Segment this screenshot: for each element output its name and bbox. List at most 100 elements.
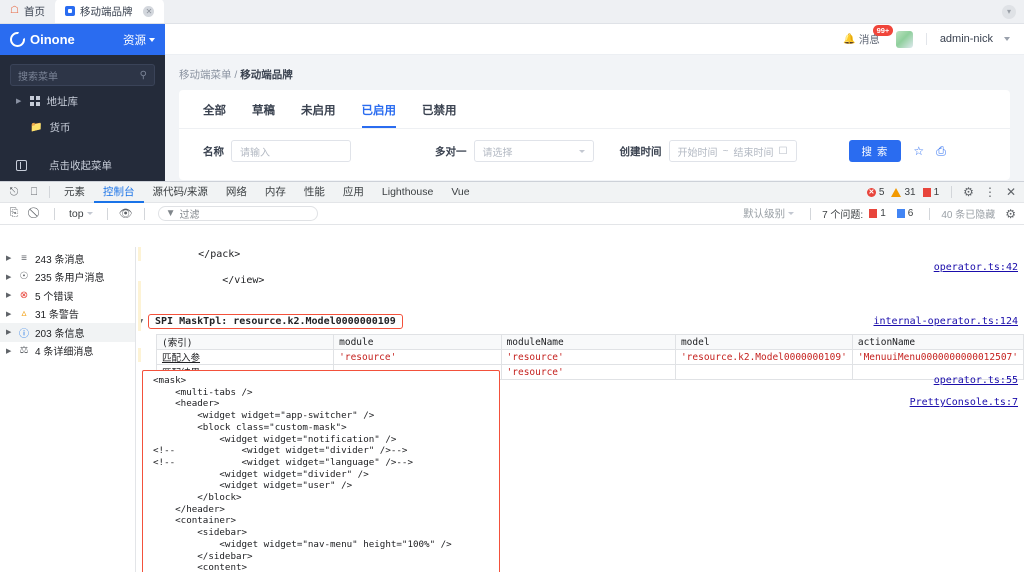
console-sidebar-icon[interactable]: ⎘ [5,207,23,220]
divider [925,33,927,45]
tab-disabled[interactable]: 已禁用 [422,102,457,128]
tab-elements[interactable]: 元素 [55,182,94,203]
tab-application[interactable]: 应用 [334,182,373,203]
breadcrumb-parent[interactable]: 移动端菜单 [179,69,232,81]
console-messages[interactable]: </pack> </view> operator.ts:42 ▼ SPI Mas… [136,247,1024,572]
star-icon[interactable]: ☆ [913,144,924,158]
sidebar-item-currency[interactable]: 📁 货币 [0,116,165,138]
printer-icon[interactable]: ⎙ [936,144,946,159]
menu-search-input[interactable]: 搜索菜单 ⚲ [10,64,155,86]
tab-not-enabled[interactable]: 未启用 [301,102,336,128]
tab-network[interactable]: 网络 [217,182,256,203]
console-sidebar-item-verbose[interactable]: ▶ ⚖ 4 条详细消息 [0,342,135,361]
live-expression-icon[interactable]: 👁 [117,207,135,220]
chevron-right-icon: ▶ [6,310,12,318]
tab-enabled[interactable]: 已启用 [361,102,396,128]
warning-count-value: 31 [904,186,916,198]
console-group-spi[interactable]: ▼ SPI MaskTpl: resource.k2.Model00000001… [136,313,1024,330]
avatar[interactable] [895,30,913,48]
folder-icon: 📁 [30,121,43,133]
issue-count[interactable]: 1 [922,187,939,198]
created-date-range[interactable]: 开始时间 ~ 结束时间 ☐ [668,140,797,162]
issue-icon [922,187,931,197]
tab-performance[interactable]: 性能 [295,182,334,203]
close-icon[interactable]: ✕ [1002,185,1020,199]
chevron-right-icon: ▶ [6,273,12,281]
console-sidebar-item-messages[interactable]: ▶ ≡ 243 条消息 [0,249,135,268]
filter-bar: 名称 请输入 多对一 请选择 创建时间 开始时间 ~ 结束时间 ☐ 搜 索 ☆ … [179,129,1010,162]
tab-lighthouse[interactable]: Lighthouse [373,182,442,203]
messages-button[interactable]: 🔔 消息 99+ [843,24,893,47]
close-icon[interactable]: ✕ [143,5,155,17]
tab-sources[interactable]: 源代码/来源 [144,182,217,203]
inspect-element-icon[interactable]: ⎋ [4,186,24,199]
sidebar-item-address-book[interactable]: ▶ 地址库 [0,90,165,112]
gear-icon[interactable]: ⚙ [1001,207,1020,221]
console-line-view: </view> operator.ts:42 [136,261,1024,313]
source-link-operator-42[interactable]: operator.ts:42 [934,261,1018,274]
console-sidebar-item-warnings[interactable]: ▶ ▵ 31 条警告 [0,305,135,324]
resource-switcher[interactable]: 资源 [123,32,155,48]
table-row: 匹配入参 'resource' 'resource' 'resource.k2.… [155,349,1024,365]
browser-tab-home[interactable]: ☖ 首页 [0,0,55,23]
log-level-selector[interactable]: 默认级别 [738,206,799,221]
search-button[interactable]: 搜 索 [848,140,902,162]
brand[interactable]: Oinone [10,32,75,47]
app-topbar: 🔔 消息 99+ admin-nick [165,24,1024,55]
table-header-index: (索引) [155,334,335,350]
chevron-down-icon [86,212,93,215]
console-sidebar-item-errors[interactable]: ▶ ⊗ 5 个错误 [0,286,135,305]
issue-error-icon [869,209,878,218]
many2one-placeholder: 请选择 [482,147,513,159]
name-input[interactable]: 请输入 [231,140,351,162]
error-count[interactable]: ✕ 5 [866,186,885,198]
cell-modulename: 'resource' [500,349,676,365]
tab-console[interactable]: 控制台 [94,182,144,203]
brand-name: Oinone [30,32,75,47]
issues-info-count[interactable]: 6 [896,208,913,219]
clear-console-icon[interactable]: ⃠ [27,207,45,220]
warning-count[interactable]: 31 [891,186,916,198]
console-sidebar-item-user-messages[interactable]: ▶ ☉ 235 条用户消息 [0,268,135,287]
divider [54,207,55,220]
cell-model: 'resource.k2.Model0000000109' [674,349,853,365]
messages-badge: 99+ [873,24,893,36]
app-sidebar: 搜索菜单 ⚲ ▶ 地址库 📁 货币 点击收起菜单 [0,55,165,181]
issues-error-count[interactable]: 1 [869,208,886,219]
tab-vue[interactable]: Vue [442,182,478,203]
sidebar-collapse-label: 点击收起菜单 [49,160,112,172]
gear-icon[interactable]: ⚙ [959,185,978,199]
chevron-down-circle-icon[interactable]: ▾ [1002,5,1016,19]
app-brandbar: Oinone 资源 [0,24,165,55]
device-toolbar-icon[interactable]: ⎕ [24,186,44,199]
calendar-icon: ☐ [778,145,788,157]
source-link-pretty-console-7[interactable]: PrettyConsole.ts:7 [910,397,1018,408]
app-main: 移动端菜单 / 移动端品牌 全部 草稿 未启用 已启用 已禁用 名称 请输入 多… [165,55,1024,181]
hidden-messages-label: 40 条已隐藏 [941,210,996,221]
chevron-right-icon: ▶ [16,98,22,105]
console-filter-input[interactable]: ▼ 过滤 [157,206,318,221]
tab-all[interactable]: 全部 [203,102,226,128]
oinone-logo-icon [10,32,25,47]
many2one-select[interactable]: 请选择 [473,140,594,162]
browser-tab-active[interactable]: 移动端品牌 ✕ [54,0,165,23]
sidebar-collapse-button[interactable]: 点击收起菜单 [0,158,165,173]
username-label[interactable]: admin-nick [940,33,993,45]
created-filter-label: 创建时间 [619,145,662,158]
table-header-modulename: moduleName [500,334,676,350]
tab-draft[interactable]: 草稿 [252,102,275,128]
bell-icon: 🔔 [843,33,856,45]
console-sidebar-item-label: 203 条信息 [35,328,85,340]
console-sidebar-item-info[interactable]: ▶ ⓘ 203 条信息 [0,323,135,342]
cell-modulename: 'resource' [500,364,676,380]
source-link-internal-operator-124[interactable]: internal-operator.ts:124 [874,316,1019,327]
error-count-value: 5 [878,186,885,198]
kebab-menu-icon[interactable]: ⋮ [980,185,1000,199]
context-selector[interactable]: top [64,208,98,220]
issues-label[interactable]: 7 个问题: [822,206,863,221]
divider [49,186,50,198]
chevron-down-icon[interactable] [1004,37,1010,41]
source-link-operator-55[interactable]: operator.ts:55 [934,375,1018,386]
error-icon: ⊗ [19,289,29,301]
tab-memory[interactable]: 内存 [256,182,295,203]
